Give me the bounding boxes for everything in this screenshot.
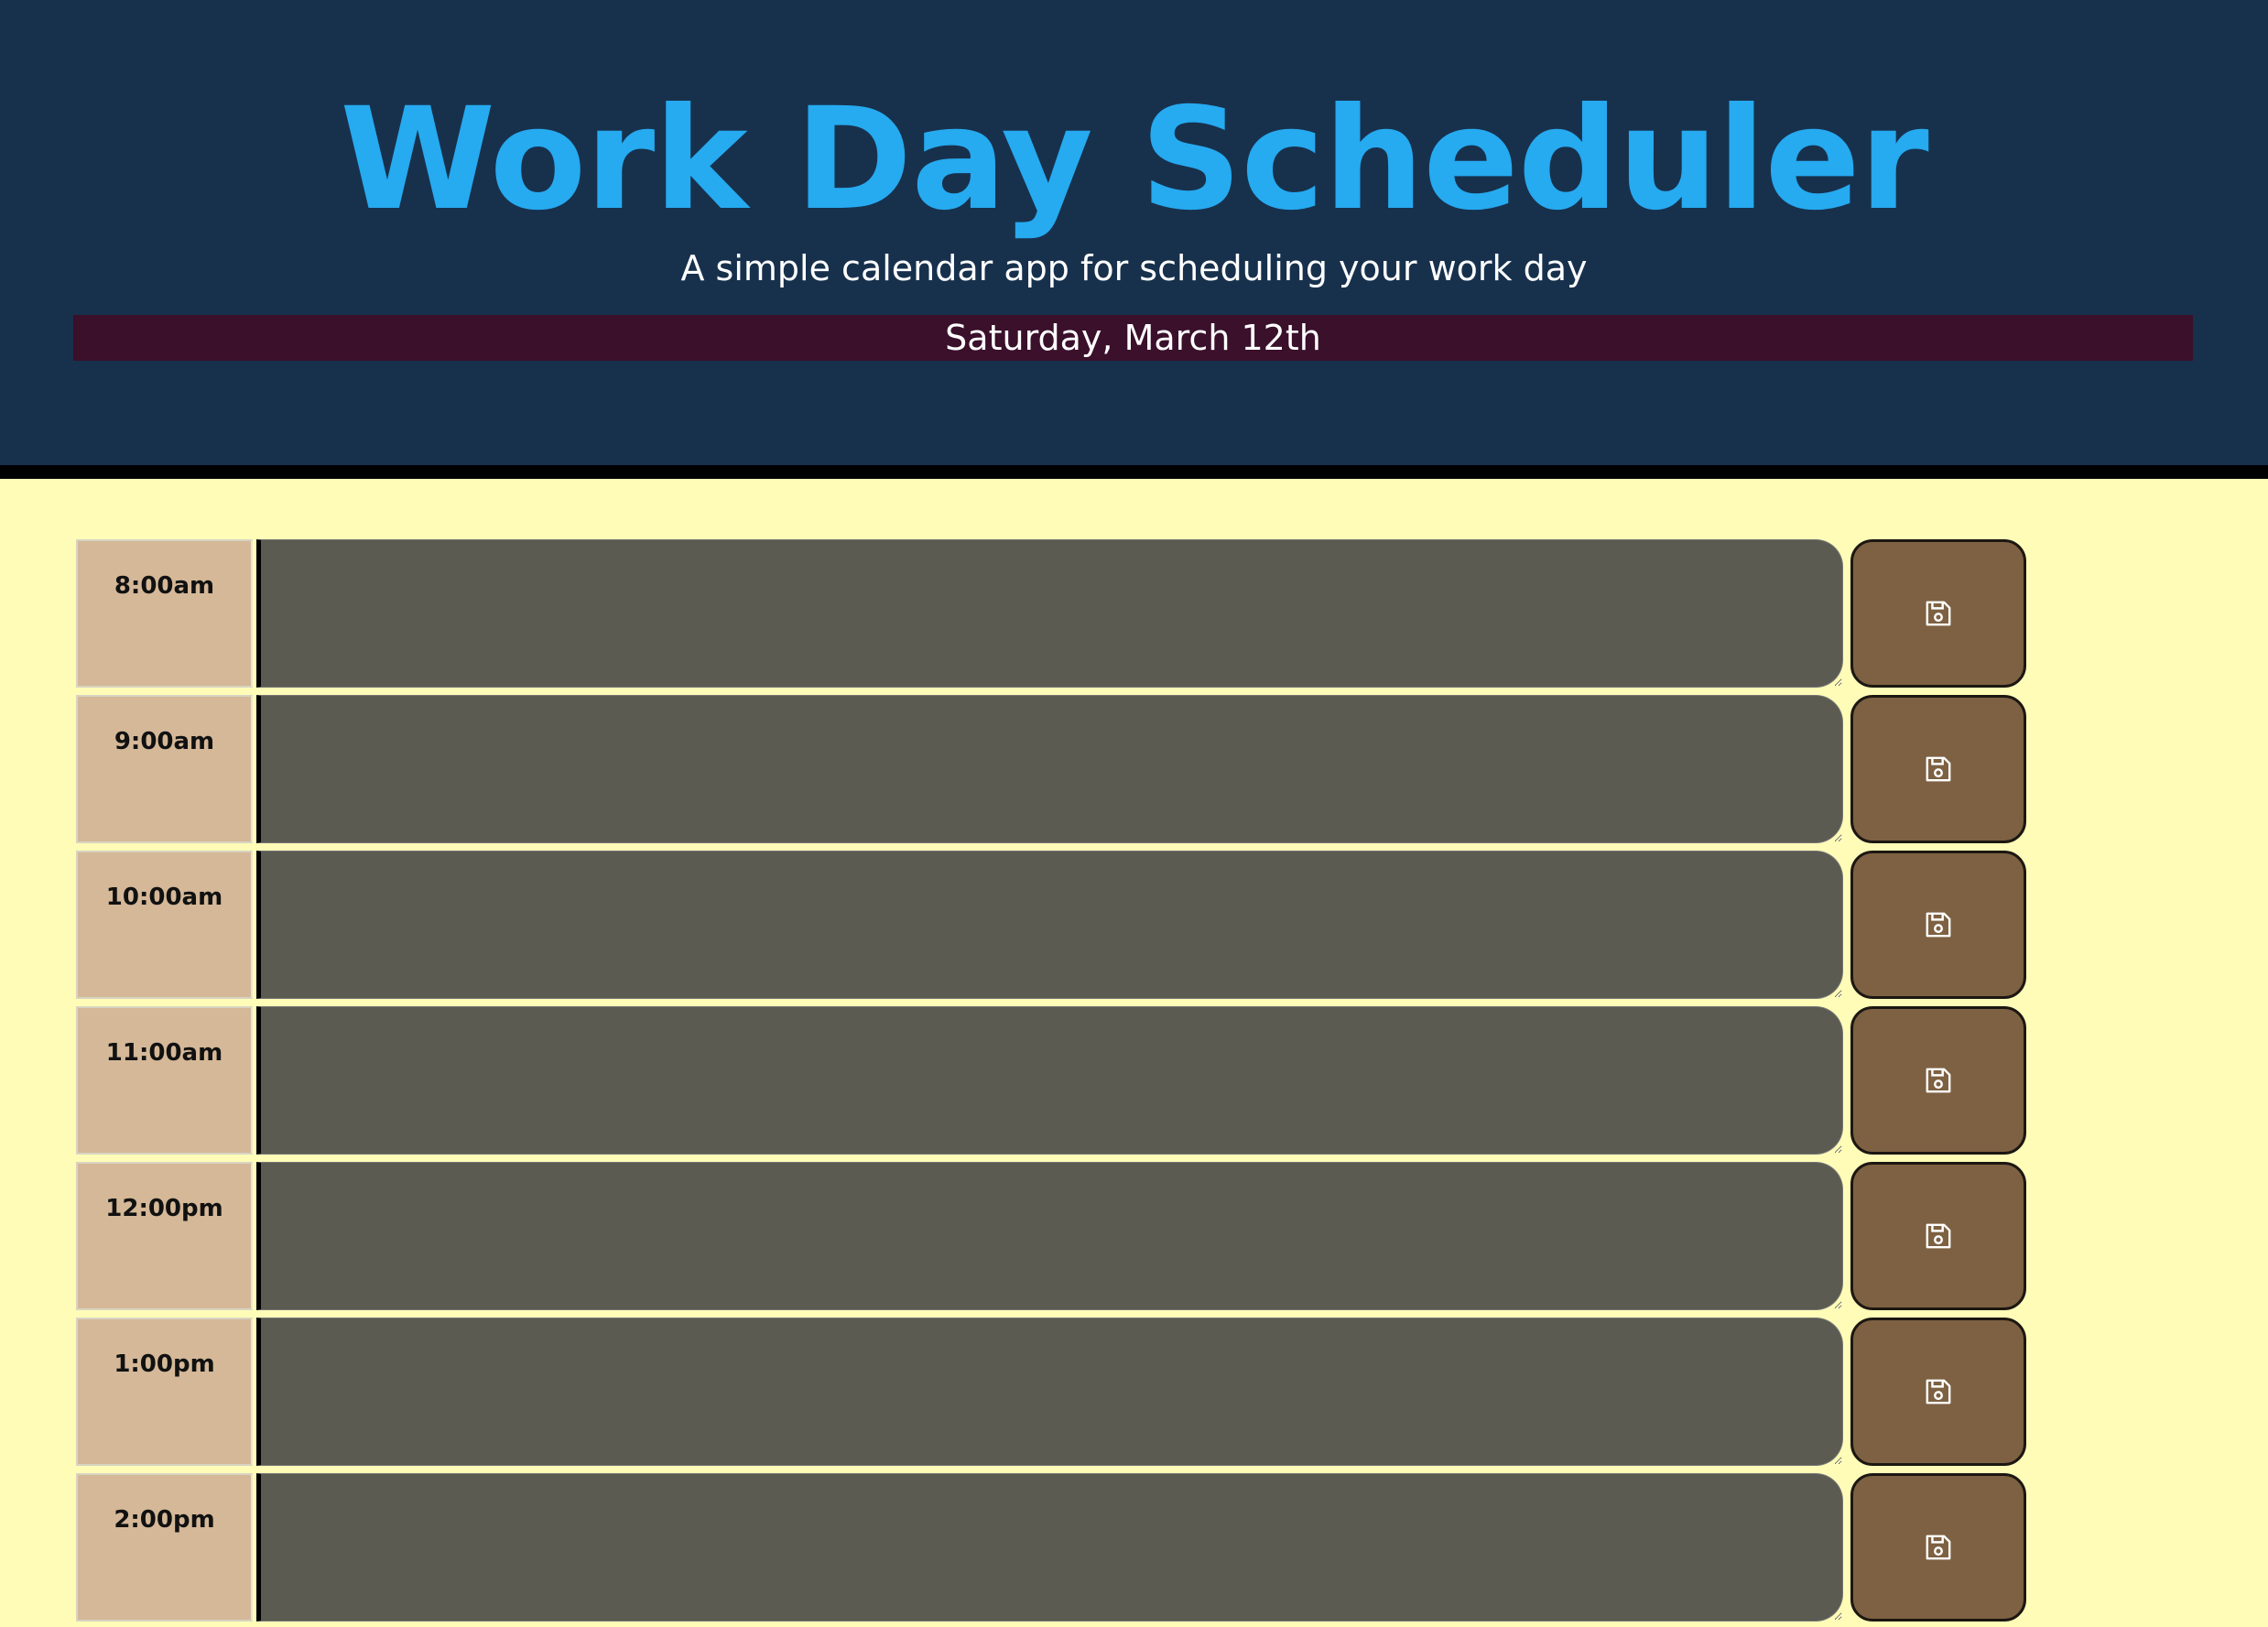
floppy-disk-icon (1926, 1535, 1951, 1560)
time-block-row: 10:00am (76, 851, 2026, 999)
schedule-container: 8:00am 9:00am 10:00am 11:00am 12:00pm 1:… (0, 479, 2268, 1627)
time-block-row: 2:00pm (76, 1473, 2026, 1622)
save-button[interactable] (1850, 695, 2026, 843)
floppy-disk-icon (1926, 601, 1951, 626)
time-block-row: 9:00am (76, 695, 2026, 843)
floppy-disk-icon (1926, 756, 1951, 782)
floppy-disk-icon (1926, 1068, 1951, 1093)
time-block-row: 11:00am (76, 1006, 2026, 1155)
time-block-row: 8:00am (76, 539, 2026, 688)
hour-label: 11:00am (105, 1039, 223, 1067)
save-button[interactable] (1850, 1473, 2026, 1622)
hour-label-cell: 9:00am (76, 695, 253, 843)
save-button[interactable] (1850, 539, 2026, 688)
event-description-input[interactable] (256, 695, 1843, 843)
hour-label: 1:00pm (114, 1350, 215, 1378)
save-button[interactable] (1850, 1318, 2026, 1466)
event-description-input[interactable] (256, 1162, 1843, 1310)
hour-label-cell: 12:00pm (76, 1162, 253, 1310)
save-button[interactable] (1850, 851, 2026, 999)
page-title: Work Day Scheduler (340, 78, 1929, 242)
hour-label: 2:00pm (114, 1506, 215, 1534)
event-description-input[interactable] (256, 1473, 1843, 1622)
hour-label-cell: 8:00am (76, 539, 253, 688)
hour-label-cell: 11:00am (76, 1006, 253, 1155)
save-button[interactable] (1850, 1006, 2026, 1155)
floppy-disk-icon (1926, 1223, 1951, 1249)
hour-label: 9:00am (114, 728, 215, 755)
floppy-disk-icon (1926, 912, 1951, 938)
hour-label: 8:00am (114, 572, 215, 600)
hour-label: 10:00am (105, 884, 223, 911)
hour-label: 12:00pm (105, 1195, 223, 1222)
event-description-input[interactable] (256, 1318, 1843, 1466)
hour-label-cell: 2:00pm (76, 1473, 253, 1622)
hour-label-cell: 1:00pm (76, 1318, 253, 1466)
event-description-input[interactable] (256, 539, 1843, 688)
hour-label-cell: 10:00am (76, 851, 253, 999)
current-date: Saturday, March 12th (73, 315, 2193, 361)
time-block-row: 12:00pm (76, 1162, 2026, 1310)
time-block-row: 1:00pm (76, 1318, 2026, 1466)
event-description-input[interactable] (256, 1006, 1843, 1155)
page-subtitle: A simple calendar app for scheduling you… (680, 248, 1588, 288)
save-button[interactable] (1850, 1162, 2026, 1310)
event-description-input[interactable] (256, 851, 1843, 999)
floppy-disk-icon (1926, 1379, 1951, 1405)
header: Work Day Scheduler A simple calendar app… (0, 0, 2268, 479)
